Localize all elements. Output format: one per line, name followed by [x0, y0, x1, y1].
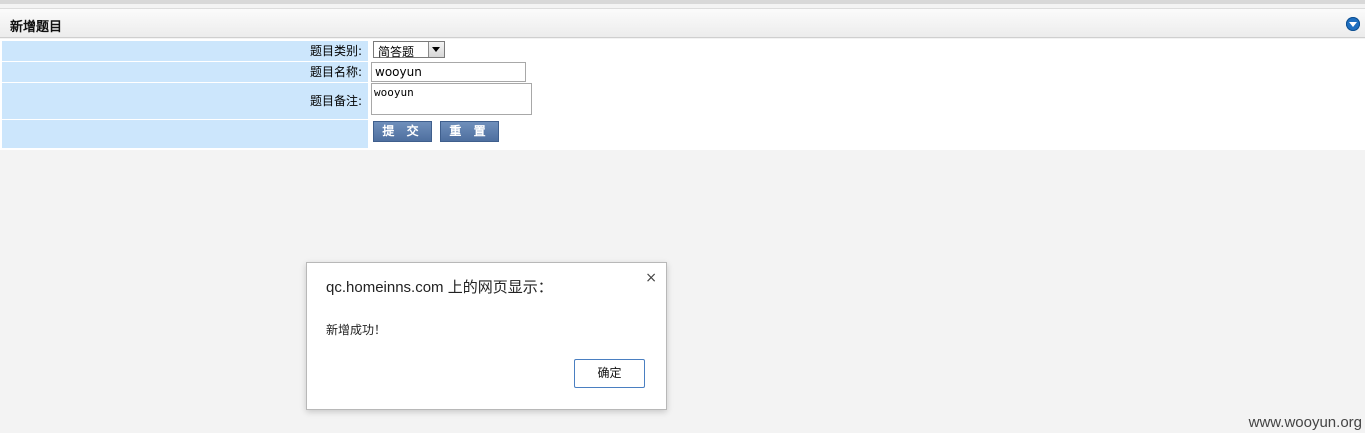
form-row-type: 题目类别:	[2, 41, 1365, 61]
reset-button[interactable]: 重 置	[440, 121, 499, 142]
remark-label: 题目备注:	[2, 83, 368, 119]
type-label: 题目类别:	[2, 41, 368, 61]
form-row-remark: 题目备注:	[2, 83, 1365, 119]
question-form: 题目类别: 题目名称: 题目备注: 简答题 wooyun 提 交 重 置	[0, 39, 1365, 150]
actions-label-cell	[2, 120, 368, 148]
submit-button[interactable]: 提 交	[373, 121, 432, 142]
close-icon[interactable]: ×	[645, 270, 657, 286]
question-type-value: 简答题	[378, 45, 415, 59]
dialog-message: 新增成功！	[326, 323, 387, 337]
question-remark-textarea[interactable]: wooyun	[371, 83, 532, 115]
ok-button[interactable]: 确定	[574, 359, 645, 388]
panel-title: 新增题目	[10, 20, 63, 35]
alert-dialog: qc.homeinns.com 上的网页显示： × 新增成功！ 确定	[306, 262, 667, 410]
top-border	[0, 0, 1365, 4]
question-name-input[interactable]	[371, 62, 526, 82]
watermark: www.wooyun.org	[1248, 414, 1362, 431]
name-label: 题目名称:	[2, 62, 368, 82]
panel-header: 新增题目	[0, 8, 1365, 38]
form-row-name: 题目名称:	[2, 62, 1365, 82]
question-type-select[interactable]: 简答题	[373, 41, 445, 59]
form-row-actions	[2, 120, 1365, 148]
dropdown-arrow-icon[interactable]	[428, 42, 444, 57]
dialog-title: qc.homeinns.com 上的网页显示：	[326, 279, 553, 296]
chevron-down-circle-icon[interactable]	[1346, 17, 1360, 31]
